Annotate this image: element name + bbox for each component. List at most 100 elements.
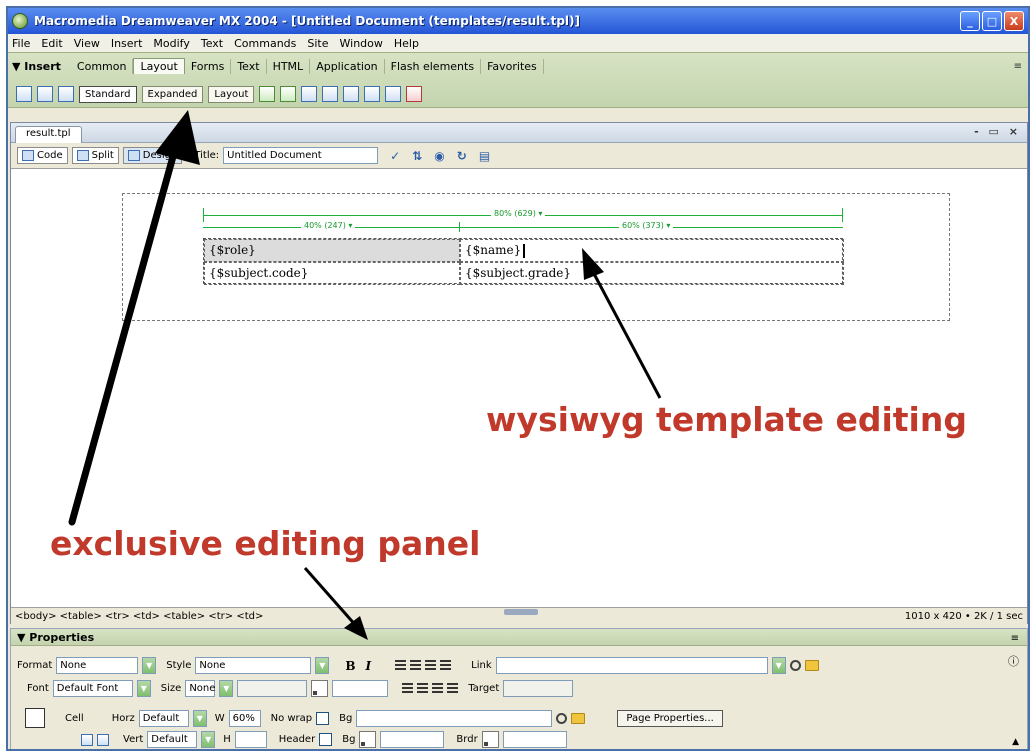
- bold-button[interactable]: B: [345, 659, 355, 673]
- bg-color-swatch[interactable]: [359, 731, 377, 748]
- align-center-icon[interactable]: [410, 660, 422, 671]
- help-icon[interactable]: ⓘ: [1008, 653, 1019, 669]
- collapse-properties-icon[interactable]: ▲: [1012, 737, 1019, 747]
- properties-options-icon[interactable]: ≡: [1011, 633, 1019, 644]
- menu-view[interactable]: View: [74, 37, 100, 50]
- expanded-mode-button[interactable]: Expanded: [141, 85, 204, 103]
- window-size-readout[interactable]: 1010 x 420 • 2K / 1 sec: [905, 611, 1023, 622]
- insert-panel-title[interactable]: ▼ Insert: [12, 60, 61, 73]
- table-cell-name[interactable]: {$name}: [460, 239, 844, 262]
- outdent-icon[interactable]: [432, 683, 444, 694]
- ordered-list-icon[interactable]: [417, 683, 429, 694]
- draw-layout-cell-icon[interactable]: [280, 86, 297, 102]
- bg-point-to-file-icon[interactable]: [556, 712, 568, 724]
- text-color-input[interactable]: [332, 680, 389, 697]
- italic-button[interactable]: I: [366, 659, 372, 673]
- menu-site[interactable]: Site: [307, 37, 328, 50]
- menu-window[interactable]: Window: [340, 37, 383, 50]
- code-view-button[interactable]: Code: [17, 147, 68, 164]
- outer-table[interactable]: 80% (629) ▾ 40% (247) ▾ 60% (373) ▾ {$ro…: [122, 193, 950, 321]
- vert-dropdown-icon[interactable]: ▼: [201, 731, 216, 748]
- split-cell-icon[interactable]: [97, 733, 109, 746]
- align-right-icon[interactable]: [425, 660, 437, 671]
- standard-mode-button[interactable]: Standard: [79, 85, 137, 103]
- document-window-controls-icon[interactable]: - ▭ ×: [974, 125, 1021, 138]
- vert-select[interactable]: Default: [147, 731, 198, 748]
- format-select[interactable]: None: [56, 657, 139, 674]
- style-dropdown-icon[interactable]: ▼: [315, 657, 330, 674]
- align-left-icon[interactable]: [395, 660, 407, 671]
- insert-row-below-icon[interactable]: [322, 86, 339, 102]
- split-view-button[interactable]: Split: [71, 147, 119, 164]
- tab-flash-elements[interactable]: Flash elements: [385, 58, 482, 74]
- menu-text[interactable]: Text: [201, 37, 223, 50]
- unordered-list-icon[interactable]: [402, 683, 414, 694]
- inner-table[interactable]: {$role} {$name} {$subject.code} {$subjec…: [203, 238, 844, 285]
- insert-row-above-icon[interactable]: [301, 86, 318, 102]
- table-cell-subject-code[interactable]: {$subject.code}: [204, 262, 460, 285]
- tag-selector[interactable]: <body> <table> <tr> <td> <table> <tr> <t…: [15, 611, 263, 622]
- menu-file[interactable]: File: [12, 37, 30, 50]
- menu-insert[interactable]: Insert: [111, 37, 143, 50]
- justify-icon[interactable]: [440, 660, 452, 671]
- link-input[interactable]: [495, 657, 768, 674]
- table-width-label[interactable]: 80% (629) ▾: [491, 209, 546, 218]
- nowrap-checkbox[interactable]: [316, 711, 330, 725]
- table-cell-role[interactable]: {$role}: [204, 239, 460, 262]
- size-select[interactable]: None: [185, 680, 215, 697]
- browse-folder-icon[interactable]: [804, 660, 819, 671]
- bg-color-input[interactable]: [380, 731, 445, 748]
- font-select[interactable]: Default Font: [52, 680, 133, 697]
- table-cell-subject-grade[interactable]: {$subject.grade}: [460, 262, 844, 285]
- minimize-button[interactable]: _: [960, 11, 980, 31]
- horz-dropdown-icon[interactable]: ▼: [192, 709, 207, 727]
- menu-edit[interactable]: Edit: [41, 37, 62, 50]
- tab-layout[interactable]: Layout: [133, 58, 185, 74]
- insert-layer-icon[interactable]: [37, 86, 53, 102]
- menu-commands[interactable]: Commands: [234, 37, 296, 50]
- bg-image-input[interactable]: [356, 709, 553, 727]
- horz-select[interactable]: Default: [138, 709, 189, 727]
- insert-column-left-icon[interactable]: [343, 86, 360, 102]
- maximize-button[interactable]: □: [982, 11, 1002, 31]
- layout-table-icon[interactable]: [259, 86, 276, 102]
- menu-help[interactable]: Help: [394, 37, 419, 50]
- refresh-icon[interactable]: ↻: [457, 149, 467, 163]
- design-view-button[interactable]: Design: [122, 147, 183, 164]
- file-management-icon[interactable]: ⇅: [412, 149, 422, 163]
- bg-browse-folder-icon[interactable]: [571, 712, 586, 724]
- header-checkbox[interactable]: [319, 733, 333, 746]
- panel-options-icon[interactable]: ≡: [1014, 61, 1022, 72]
- insert-table-icon[interactable]: [16, 86, 32, 102]
- insert-tabular-data-icon[interactable]: [58, 86, 74, 102]
- tag-chooser-icon[interactable]: [406, 86, 423, 102]
- insert-column-right-icon[interactable]: [364, 86, 381, 102]
- border-color-swatch[interactable]: [481, 731, 499, 748]
- tab-favorites[interactable]: Favorites: [481, 58, 544, 74]
- check-browser-icon[interactable]: ✓: [390, 149, 400, 163]
- tab-text[interactable]: Text: [231, 58, 267, 74]
- tab-application[interactable]: Application: [310, 58, 385, 74]
- text-color-swatch[interactable]: [311, 680, 329, 697]
- menu-modify[interactable]: Modify: [153, 37, 189, 50]
- layout-mode-button[interactable]: Layout: [208, 85, 255, 103]
- tab-forms[interactable]: Forms: [185, 58, 232, 74]
- cell-width-input[interactable]: 60%: [228, 709, 261, 727]
- view-options-icon[interactable]: ▤: [479, 149, 490, 163]
- border-color-input[interactable]: [502, 731, 567, 748]
- frames-icon[interactable]: [385, 86, 402, 102]
- document-title-input[interactable]: [223, 147, 379, 164]
- page-properties-button[interactable]: Page Properties...: [617, 709, 723, 727]
- column2-width-label[interactable]: 60% (373) ▾: [619, 221, 674, 230]
- point-to-file-icon[interactable]: [789, 660, 801, 671]
- link-dropdown-icon[interactable]: ▼: [771, 657, 786, 674]
- size-dropdown-icon[interactable]: ▼: [219, 680, 234, 697]
- preview-globe-icon[interactable]: ◉: [434, 149, 444, 163]
- style-select[interactable]: None: [195, 657, 312, 674]
- cell-height-input[interactable]: [234, 731, 267, 748]
- tab-html[interactable]: HTML: [267, 58, 311, 74]
- format-dropdown-icon[interactable]: ▼: [142, 657, 157, 674]
- tab-common[interactable]: Common: [71, 58, 134, 74]
- merge-cells-icon[interactable]: [81, 733, 93, 746]
- close-button[interactable]: X: [1004, 11, 1024, 31]
